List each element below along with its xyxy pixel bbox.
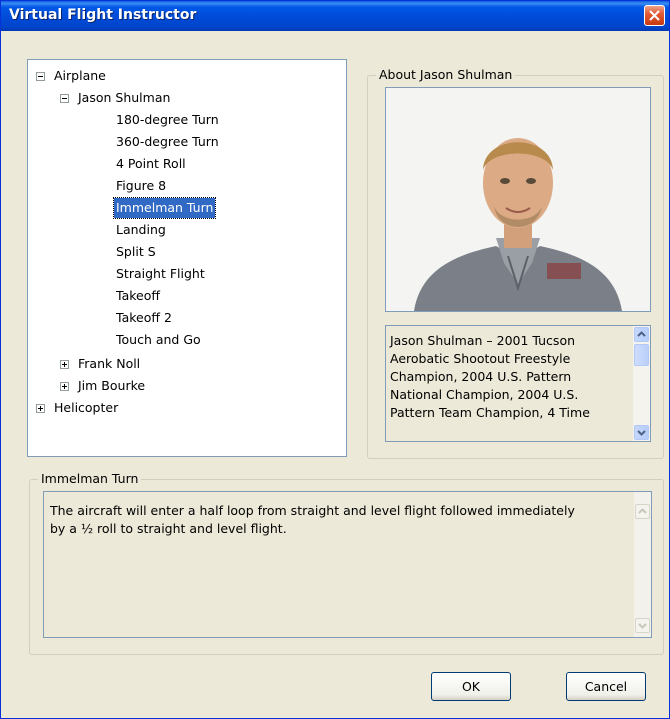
tree-label-maneuver[interactable]: 360-degree Turn: [114, 132, 221, 152]
bio-line: National Champion, 2004 U.S.: [390, 387, 579, 402]
title-bar[interactable]: Virtual Flight Instructor: [1, 1, 669, 31]
close-button[interactable]: [644, 5, 665, 26]
tree-label-maneuver[interactable]: Split S: [114, 242, 158, 262]
bio-line: Pattern Team Champion, 4 Time: [390, 405, 590, 420]
scroll-down-button[interactable]: [635, 618, 650, 633]
tree-label-helicopter[interactable]: Helicopter: [52, 398, 120, 418]
tree-label-maneuver[interactable]: Takeoff 2: [114, 308, 174, 328]
cancel-button[interactable]: Cancel: [566, 672, 646, 701]
description-text: The aircraft will enter a half loop from…: [50, 502, 620, 538]
tree-label-frank-noll[interactable]: Frank Noll: [76, 354, 142, 374]
bio-line: Aerobatic Shootout Freestyle: [390, 351, 571, 366]
chevron-up-icon: [638, 508, 647, 514]
about-legend: About Jason Shulman: [376, 67, 516, 83]
tree-label-maneuver[interactable]: Touch and Go: [114, 330, 203, 350]
tree-label-maneuver[interactable]: Takeoff: [114, 286, 162, 306]
tree-label-maneuver[interactable]: 180-degree Turn: [114, 110, 221, 130]
collapse-icon[interactable]: [36, 72, 45, 81]
scroll-thumb[interactable]: [634, 344, 649, 366]
bio-scrollbar[interactable]: [633, 326, 650, 441]
tree-label-selected[interactable]: Immelman Turn: [112, 197, 217, 219]
collapse-icon[interactable]: [60, 94, 69, 103]
scroll-up-button[interactable]: [635, 504, 650, 519]
chevron-up-icon: [637, 331, 646, 337]
bio-line: Champion, 2004 U.S. Pattern: [390, 369, 572, 384]
chevron-down-icon: [637, 430, 646, 436]
tree-label-jason-shulman[interactable]: Jason Shulman: [76, 88, 172, 108]
window-title: Virtual Flight Instructor: [9, 7, 197, 23]
chevron-down-icon: [638, 623, 647, 629]
scroll-up-button[interactable]: [634, 327, 649, 342]
expand-icon[interactable]: [60, 382, 69, 391]
expand-icon[interactable]: [36, 404, 45, 413]
bio-text: Jason Shulman – 2001 Tucson Aerobatic Sh…: [390, 332, 626, 422]
tree-label-jim-bourke[interactable]: Jim Bourke: [76, 376, 147, 396]
bio-line: Jason Shulman – 2001 Tucson: [390, 333, 576, 348]
instructor-photo: [385, 87, 651, 312]
description-line: The aircraft will enter a half loop from…: [50, 503, 575, 518]
description-legend: Immelman Turn: [38, 471, 142, 487]
tree-label-maneuver[interactable]: Straight Flight: [114, 264, 207, 284]
ok-button[interactable]: OK: [431, 672, 511, 701]
expand-icon[interactable]: [60, 360, 69, 369]
scroll-down-button[interactable]: [634, 425, 649, 440]
tree-label-maneuver[interactable]: Figure 8: [114, 176, 168, 196]
description-textbox[interactable]: The aircraft will enter a half loop from…: [43, 491, 652, 638]
maneuver-tree[interactable]: Airplane Jason Shulman 180-degree Turn 3…: [27, 59, 347, 457]
tree-label-airplane[interactable]: Airplane: [52, 66, 108, 86]
close-icon: [649, 10, 660, 21]
dialog-window: Virtual Flight Instructor Airplane Jason…: [0, 0, 670, 719]
tree-label-maneuver[interactable]: 4 Point Roll: [114, 154, 188, 174]
description-line: by a ½ roll to straight and level flight…: [50, 521, 287, 536]
tree-label-maneuver[interactable]: Landing: [114, 220, 168, 240]
description-scrollbar[interactable]: [634, 492, 651, 637]
bio-textbox[interactable]: Jason Shulman – 2001 Tucson Aerobatic Sh…: [385, 325, 651, 442]
